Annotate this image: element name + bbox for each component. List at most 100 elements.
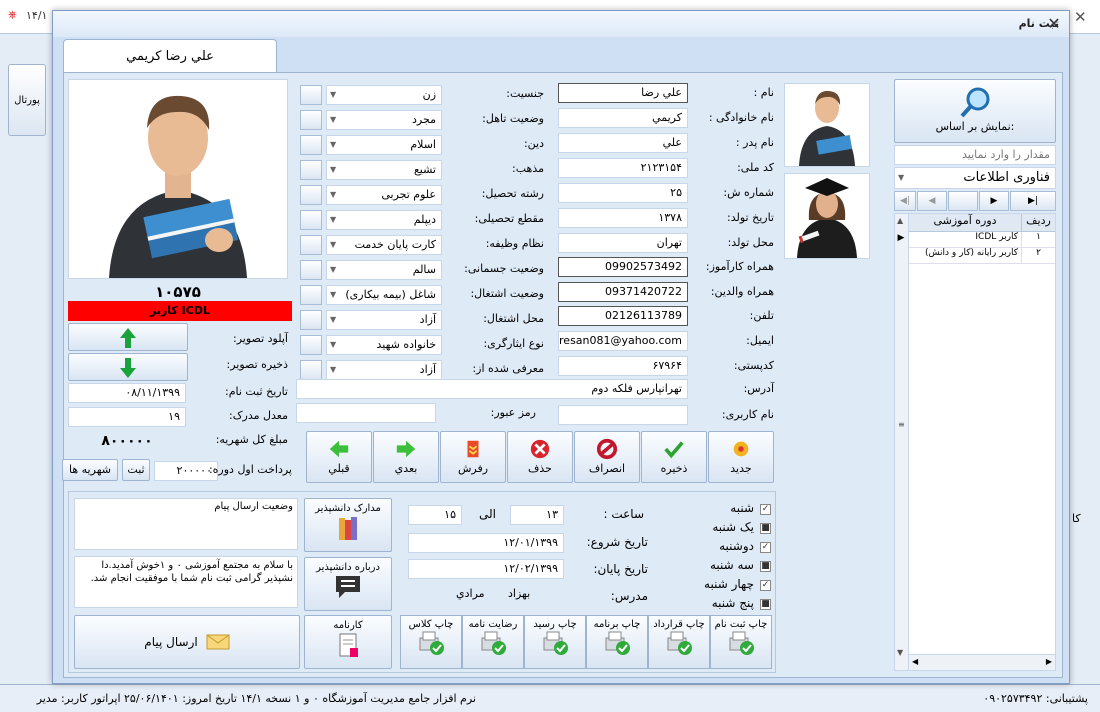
select-lookup-button[interactable] bbox=[300, 260, 322, 280]
next-record-icon[interactable]: ▶ bbox=[979, 191, 1009, 211]
refresh-button[interactable]: رفرش bbox=[440, 431, 506, 483]
previous-button[interactable]: قبلي bbox=[306, 431, 372, 483]
grade-average-field[interactable]: ۱۹ bbox=[68, 407, 186, 427]
scroll-right-icon[interactable]: ▶ bbox=[1046, 657, 1052, 666]
last-record-icon[interactable]: ▶| bbox=[1010, 191, 1056, 211]
select-lookup-button[interactable] bbox=[300, 85, 322, 105]
field-12[interactable]: تهرانپارس فلکه دوم bbox=[296, 379, 688, 399]
scroll-down-icon[interactable]: ▼ bbox=[897, 648, 903, 657]
delete-button[interactable]: حذف bbox=[507, 431, 573, 483]
select-label: نظام وظیفه: bbox=[485, 237, 544, 250]
day-checkbox[interactable]: ■ bbox=[760, 599, 771, 610]
select-lookup-button[interactable] bbox=[300, 360, 322, 380]
print-button[interactable]: چاپ ثبت نام bbox=[710, 615, 772, 669]
field-13[interactable] bbox=[558, 405, 688, 425]
select-lookup-button[interactable] bbox=[300, 335, 322, 355]
day-checkbox[interactable]: ✓ bbox=[760, 504, 771, 515]
select-lookup-button[interactable] bbox=[300, 160, 322, 180]
table-row[interactable]: ۲ کاربر رایانه (کار و دانش) bbox=[909, 248, 1055, 264]
select-11[interactable]: آزاد ▼ bbox=[326, 360, 442, 380]
thumbnail-student-male[interactable] bbox=[784, 83, 870, 167]
tab-student[interactable]: علي رضا كريمي bbox=[63, 39, 277, 73]
close-icon[interactable]: ✕ bbox=[1043, 14, 1065, 34]
message-text[interactable]: با سلام به مجتمع آموزشی ۰ و ۱خوش آمدید.د… bbox=[74, 556, 298, 608]
save-photo-button[interactable] bbox=[68, 353, 188, 381]
select-lookup-button[interactable] bbox=[300, 235, 322, 255]
table-row[interactable]: ۱ کاربر ICDL bbox=[909, 232, 1055, 248]
field-7[interactable]: 09902573492 bbox=[558, 257, 688, 277]
field-11[interactable]: ۶۷۹۶۴ bbox=[558, 356, 688, 376]
scroll-left-icon[interactable]: ◀ bbox=[912, 657, 918, 666]
select-2[interactable]: اسلام ▼ bbox=[326, 135, 442, 155]
horizontal-scrollbar[interactable]: ◀ ▶ bbox=[909, 654, 1055, 670]
day-checkbox[interactable]: ✓ bbox=[760, 542, 771, 553]
thumbnail-student-female[interactable] bbox=[784, 173, 870, 259]
select-3[interactable]: تشیع ▼ bbox=[326, 160, 442, 180]
next-button[interactable]: بعدي bbox=[373, 431, 439, 483]
select-lookup-button[interactable] bbox=[300, 110, 322, 130]
end-date-field[interactable]: ۱۲/۰۲/۱۳۹۹ bbox=[408, 559, 564, 579]
magnifier-icon bbox=[960, 87, 990, 118]
save-button[interactable]: ذخیره bbox=[641, 431, 707, 483]
new-button[interactable]: جدید bbox=[708, 431, 774, 483]
select-lookup-button[interactable] bbox=[300, 285, 322, 305]
select-1[interactable]: مجرد ▼ bbox=[326, 110, 442, 130]
prev-record-icon[interactable]: ◀ bbox=[917, 191, 947, 211]
select-6[interactable]: کارت پایان خدمت ▼ bbox=[326, 235, 442, 255]
start-date-field[interactable]: ۱۲/۰۱/۱۳۹۹ bbox=[408, 533, 564, 553]
day-checkbox[interactable]: ■ bbox=[760, 523, 771, 534]
print-button[interactable]: چاپ قرارداد bbox=[648, 615, 710, 669]
select-0[interactable]: زن ▼ bbox=[326, 85, 442, 105]
field-8[interactable]: 09371420722 bbox=[558, 282, 688, 302]
about-student-button[interactable]: درباره دانشپذیر bbox=[304, 557, 392, 611]
field-10[interactable]: aresan081@yahoo.com bbox=[558, 331, 688, 351]
field-2[interactable]: علي bbox=[558, 133, 688, 153]
print-button[interactable]: چاپ برنامه bbox=[586, 615, 648, 669]
print-button[interactable]: رضایت نامه bbox=[462, 615, 524, 669]
header-course[interactable]: دوره آموزشی bbox=[909, 214, 1021, 231]
field-label: نام خانوادگی : bbox=[708, 111, 774, 124]
select-lookup-button[interactable] bbox=[300, 310, 322, 330]
field-1[interactable]: کریمي bbox=[558, 108, 688, 128]
field-9[interactable]: 02126113789 bbox=[558, 306, 688, 326]
select-8[interactable]: شاغل (بیمه بیکاری) ▼ bbox=[326, 285, 442, 305]
time-from-field[interactable]: ۱۳ bbox=[510, 505, 564, 525]
day-checkbox[interactable]: ■ bbox=[760, 561, 771, 572]
first-record-icon[interactable]: ◀| bbox=[894, 191, 916, 211]
select-lookup-button[interactable] bbox=[300, 185, 322, 205]
header-index[interactable]: ردیف bbox=[1021, 214, 1055, 231]
select-4[interactable]: علوم تجربی ▼ bbox=[326, 185, 442, 205]
student-documents-button[interactable]: مدارک دانشپذیر bbox=[304, 498, 392, 552]
search-button[interactable]: نمایش بر اساس: bbox=[894, 79, 1056, 143]
send-message-button[interactable]: ارسال پیام bbox=[74, 615, 300, 669]
field-6[interactable]: تهران bbox=[558, 233, 688, 253]
report-card-button[interactable]: کارنامه bbox=[304, 615, 392, 669]
field-0[interactable]: علي رضا bbox=[558, 83, 688, 103]
field-5[interactable]: ۱۳۷۸ bbox=[558, 208, 688, 228]
select-lookup-button[interactable] bbox=[300, 210, 322, 230]
field-4[interactable]: ۲۵ bbox=[558, 183, 688, 203]
upload-photo-button[interactable] bbox=[68, 323, 188, 351]
submit-button[interactable]: ثبت bbox=[122, 459, 150, 481]
select-5[interactable]: دیپلم ▼ bbox=[326, 210, 442, 230]
print-button[interactable]: چاپ رسید bbox=[524, 615, 586, 669]
time-to-field[interactable]: ۱۵ bbox=[408, 505, 462, 525]
search-input[interactable]: مقدار را وارد نمایید bbox=[894, 145, 1056, 165]
select-7[interactable]: سالم ▼ bbox=[326, 260, 442, 280]
background-close-icon[interactable]: ✕ bbox=[1074, 8, 1087, 26]
register-date-field[interactable]: ۰۸/۱۱/۱۳۹۹ bbox=[68, 383, 186, 403]
select-lookup-button[interactable] bbox=[300, 135, 322, 155]
password-field[interactable] bbox=[296, 403, 436, 423]
category-select[interactable]: فناوری اطلاعات ▼ bbox=[894, 167, 1056, 189]
cancel-button[interactable]: انصراف bbox=[574, 431, 640, 483]
day-checkbox[interactable]: ✓ bbox=[760, 580, 771, 591]
select-10[interactable]: خانواده شهید ▼ bbox=[326, 335, 442, 355]
print-button[interactable]: چاپ کلاس bbox=[400, 615, 462, 669]
portal-button[interactable]: پورتال bbox=[8, 64, 46, 136]
table-scrollbar[interactable]: ▲ ≡ ▼ bbox=[895, 214, 909, 670]
tuitions-button[interactable]: شهریه ها bbox=[62, 459, 118, 481]
select-9[interactable]: آزاد ▼ bbox=[326, 310, 442, 330]
scroll-thumb-icon[interactable]: ≡ bbox=[898, 420, 905, 429]
field-3[interactable]: ۲۱۲۳۱۵۴ bbox=[558, 158, 688, 178]
scroll-up-icon[interactable]: ▲ bbox=[897, 216, 903, 225]
